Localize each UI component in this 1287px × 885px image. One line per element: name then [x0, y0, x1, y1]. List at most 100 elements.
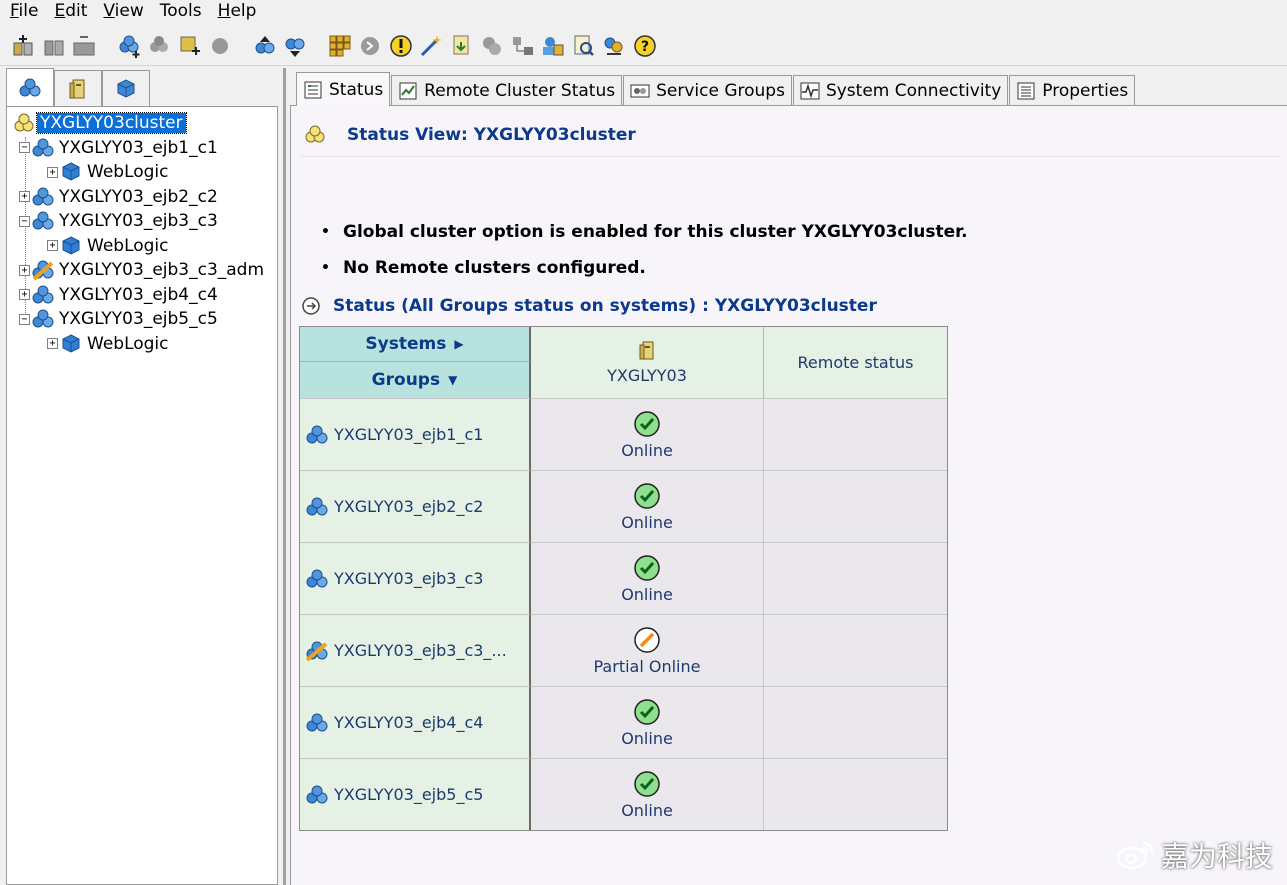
tree-item-service-group[interactable]: + YXGLYY03_ejb2_c2: [7, 185, 277, 210]
status-cell[interactable]: Online: [531, 542, 764, 614]
status-icon: [304, 81, 322, 98]
group-cell[interactable]: YXGLYY03_ejb4_c4: [300, 686, 531, 758]
menu-help[interactable]: Help: [208, 0, 263, 24]
group-cell[interactable]: YXGLYY03_ejb5_c5: [300, 758, 531, 830]
tab-systems-view[interactable]: [54, 70, 102, 106]
service-group-add-icon: [119, 35, 139, 58]
remote-status-cell: [764, 614, 947, 686]
online-button[interactable]: [250, 31, 280, 61]
tree-item-resource[interactable]: + WebLogic: [7, 160, 277, 185]
service-group-icon: [304, 568, 334, 590]
collapse-icon[interactable]: −: [19, 142, 30, 154]
menu-tools[interactable]: Tools: [150, 0, 208, 24]
group-cell[interactable]: YXGLYY03_ejb3_c3: [300, 542, 531, 614]
offline-button[interactable]: [280, 31, 310, 61]
watermark: 嘉为科技: [1115, 835, 1273, 875]
tab-properties[interactable]: Properties: [1009, 75, 1136, 105]
tab-status[interactable]: Status: [296, 72, 391, 106]
expand-icon[interactable]: +: [47, 166, 58, 178]
grid-button[interactable]: [325, 31, 355, 61]
tab-resources-view[interactable]: [102, 70, 150, 106]
expand-icon[interactable]: +: [19, 191, 30, 203]
tree-item-service-group[interactable]: − YXGLYY03_ejb5_c5: [7, 307, 277, 332]
tab-system-connectivity[interactable]: System Connectivity: [792, 75, 1009, 105]
user-manager-button[interactable]: [538, 31, 568, 61]
left-panel-tabs: [6, 68, 150, 106]
tree-item-service-group[interactable]: − YXGLYY03_ejb1_c1: [7, 136, 277, 161]
group-cell[interactable]: YXGLYY03_ejb2_c2: [300, 470, 531, 542]
alert-button[interactable]: [386, 31, 416, 61]
tab-service-groups-view[interactable]: [6, 68, 54, 106]
watermark-text: 嘉为科技: [1160, 840, 1273, 873]
status-cell[interactable]: Online: [531, 470, 764, 542]
service-group-icon: [304, 424, 334, 446]
collapse-icon[interactable]: −: [19, 215, 30, 227]
system-column-header[interactable]: YXGLYY03: [531, 327, 764, 398]
tree-item-service-group[interactable]: − YXGLYY03_ejb3_c3: [7, 209, 277, 234]
group-name: YXGLYY03_ejb3_c3: [334, 569, 484, 588]
panel-splitter[interactable]: [283, 68, 286, 885]
status-cell[interactable]: Partial Online: [531, 614, 764, 686]
group-offline-icon: [285, 38, 305, 57]
tree-item-label: WebLogic: [87, 333, 169, 354]
menu-file[interactable]: File: [0, 0, 44, 24]
tree-item-service-group[interactable]: + YXGLYY03_ejb4_c4: [7, 283, 277, 308]
tab-service-groups[interactable]: Service Groups: [623, 75, 792, 105]
status-cell[interactable]: Online: [531, 398, 764, 470]
online-check-icon: [633, 554, 661, 585]
collapse-icon[interactable]: −: [19, 313, 30, 325]
tree-item-resource[interactable]: + WebLogic: [7, 332, 277, 357]
online-check-icon: [633, 770, 661, 801]
resource-button-2[interactable]: [205, 31, 235, 61]
service-group-icon: [30, 186, 56, 208]
add-service-group-button[interactable]: [114, 31, 144, 61]
config-button[interactable]: [447, 31, 477, 61]
service-group-icon: [30, 284, 56, 306]
menu-edit[interactable]: Edit: [44, 0, 93, 24]
tab-remote-cluster-status[interactable]: Remote Cluster Status: [391, 75, 623, 105]
group-cell[interactable]: YXGLYY03_ejb3_c3_...: [300, 614, 531, 686]
cluster-button-2[interactable]: [39, 31, 69, 61]
online-check-icon: [633, 410, 661, 441]
group-cell[interactable]: YXGLYY03_ejb1_c1: [300, 398, 531, 470]
expand-icon[interactable]: +: [19, 264, 30, 276]
link-icon: [512, 36, 533, 55]
status-cell[interactable]: Online: [531, 758, 764, 830]
tree-item-resource[interactable]: + WebLogic: [7, 234, 277, 259]
toolbar: ?: [0, 26, 1287, 66]
menu-label: Tools: [159, 1, 202, 21]
add-cluster-button[interactable]: [8, 31, 38, 61]
command-button[interactable]: [355, 31, 385, 61]
service-group-icon: [304, 712, 334, 734]
resource-cube-icon: [58, 333, 84, 355]
alert-icon: [389, 34, 412, 57]
cluster-button-3[interactable]: [69, 31, 99, 61]
status-text: Online: [621, 584, 673, 604]
help-button[interactable]: ?: [630, 31, 660, 61]
menu-view[interactable]: View: [93, 0, 149, 24]
online-check-icon: [633, 482, 661, 513]
status-section-heading[interactable]: Status (All Groups status on systems) : …: [301, 296, 877, 316]
connectivity-icon: [800, 82, 820, 99]
link-button[interactable]: [508, 31, 538, 61]
query-button[interactable]: [477, 31, 507, 61]
tree-root-cluster[interactable]: YXGLYY03cluster: [7, 111, 277, 136]
expand-icon[interactable]: +: [47, 338, 58, 350]
tree-item-label: WebLogic: [87, 235, 169, 256]
weibo-logo-icon: [1116, 841, 1154, 870]
groups-header[interactable]: Groups ▼: [300, 362, 531, 398]
resource-add-button[interactable]: [175, 31, 205, 61]
log-search-button[interactable]: [569, 31, 599, 61]
systems-header[interactable]: Systems ▶: [300, 327, 531, 362]
system-server-icon: [639, 341, 654, 360]
service-group-button-2[interactable]: [144, 31, 174, 61]
remote-status-cell: [764, 758, 947, 830]
table-row: YXGLYY03_ejb3_c3_... Partial Online: [300, 614, 947, 686]
remote-group-button[interactable]: [599, 31, 629, 61]
status-cell[interactable]: Online: [531, 686, 764, 758]
tree-item-label: YXGLYY03_ejb4_c4: [59, 284, 218, 305]
expand-icon[interactable]: +: [19, 289, 30, 301]
wizard-button[interactable]: [416, 31, 446, 61]
tree-item-service-group[interactable]: + YXGLYY03_ejb3_c3_adm: [7, 258, 277, 283]
expand-icon[interactable]: +: [47, 240, 58, 252]
